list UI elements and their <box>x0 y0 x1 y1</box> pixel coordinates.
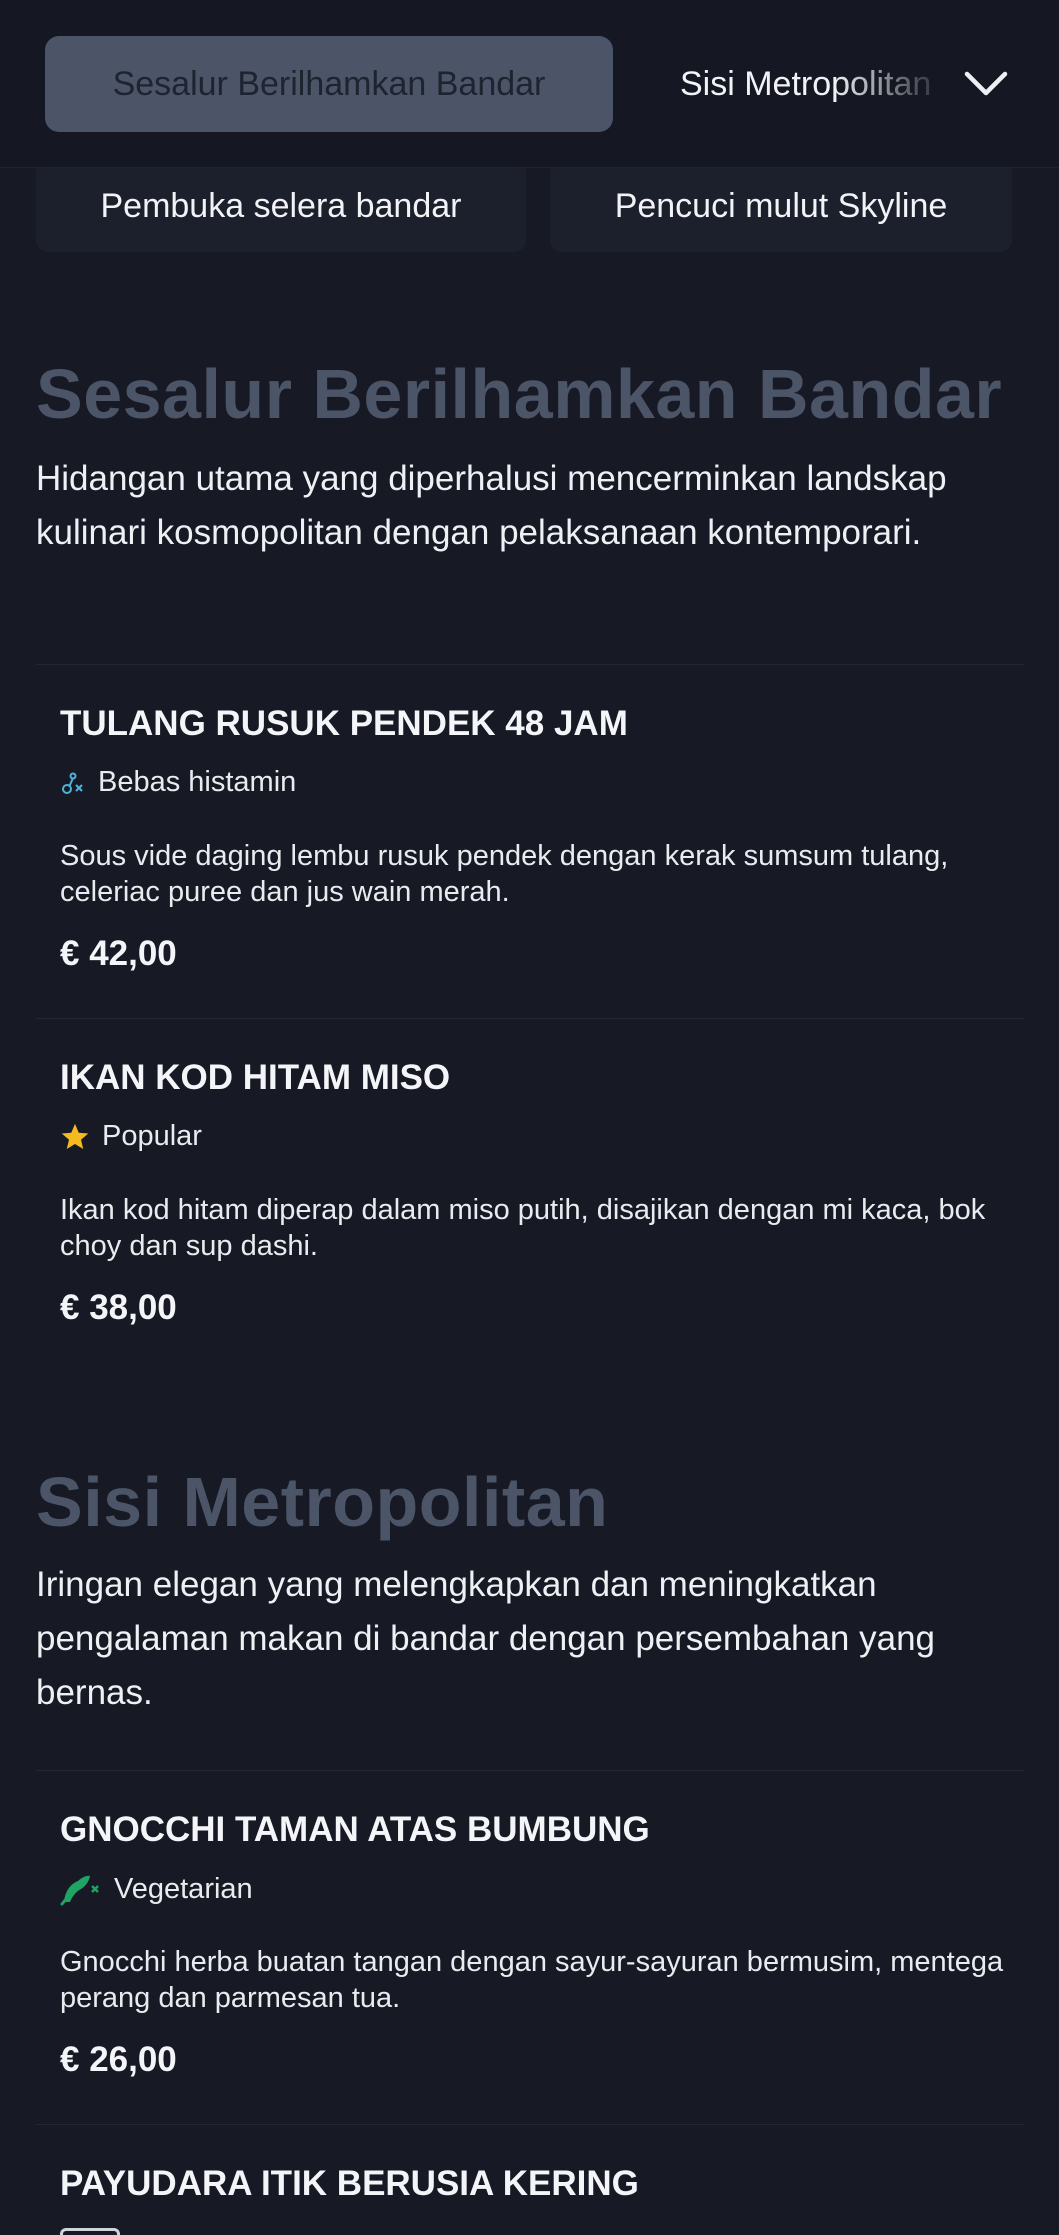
divider <box>36 664 1024 665</box>
divider <box>36 1770 1024 1771</box>
section-description: Hidangan utama yang diperhalusi mencermi… <box>36 459 947 552</box>
vegetarian-icon <box>60 1875 99 1906</box>
item-name: GNOCCHI TAMAN ATAS BUMBUNG <box>60 1810 650 1849</box>
item-description: Sous vide daging lembu rusuk pendek deng… <box>60 840 949 908</box>
item-badge-icon <box>60 2228 120 2235</box>
item-badge: Vegetarian <box>60 1872 253 1906</box>
badge-label: Vegetarian <box>114 1872 253 1905</box>
menu-page: Sesalur Berilhamkan Bandar Sisi Metropol… <box>0 0 1059 2235</box>
section-title: Sisi Metropolitan <box>36 1463 609 1541</box>
category-tab-active[interactable]: Sesalur Berilhamkan Bandar <box>45 36 613 132</box>
category-pill-appetizers[interactable]: Pembuka selera bandar <box>36 160 526 252</box>
divider <box>36 1018 1024 1019</box>
section-description: Iringan elegan yang melengkapkan dan men… <box>36 1565 935 1712</box>
item-price: € 38,00 <box>60 1288 177 1327</box>
star-icon <box>61 1123 89 1149</box>
item-price: € 42,00 <box>60 934 177 973</box>
category-nav: Sesalur Berilhamkan Bandar Sisi Metropol… <box>0 0 1059 168</box>
item-badge: Bebas histamin <box>60 766 296 799</box>
badge-label: Popular <box>102 1120 202 1152</box>
divider <box>36 2124 1024 2125</box>
item-name: TULANG RUSUK PENDEK 48 JAM <box>60 704 628 743</box>
item-description: Ikan kod hitam diperap dalam miso putih,… <box>60 1194 986 1262</box>
category-pill-desserts[interactable]: Pencuci mulut Skyline <box>550 160 1012 252</box>
item-description: Gnocchi herba buatan tangan dengan sayur… <box>60 1946 1004 2014</box>
chevron-down-icon[interactable] <box>960 62 1012 106</box>
badge-label: Bebas histamin <box>98 766 297 798</box>
item-price: € 26,00 <box>60 2040 177 2079</box>
item-name: IKAN KOD HITAM MISO <box>60 1058 451 1097</box>
category-tab-next[interactable]: Sisi Metropolitan <box>680 36 960 132</box>
item-badge: Popular <box>60 1120 202 1153</box>
section-title: Sesalur Berilhamkan Bandar <box>36 355 1003 433</box>
histamine-free-icon <box>62 772 83 794</box>
item-name: PAYUDARA ITIK BERUSIA KERING <box>60 2164 639 2203</box>
